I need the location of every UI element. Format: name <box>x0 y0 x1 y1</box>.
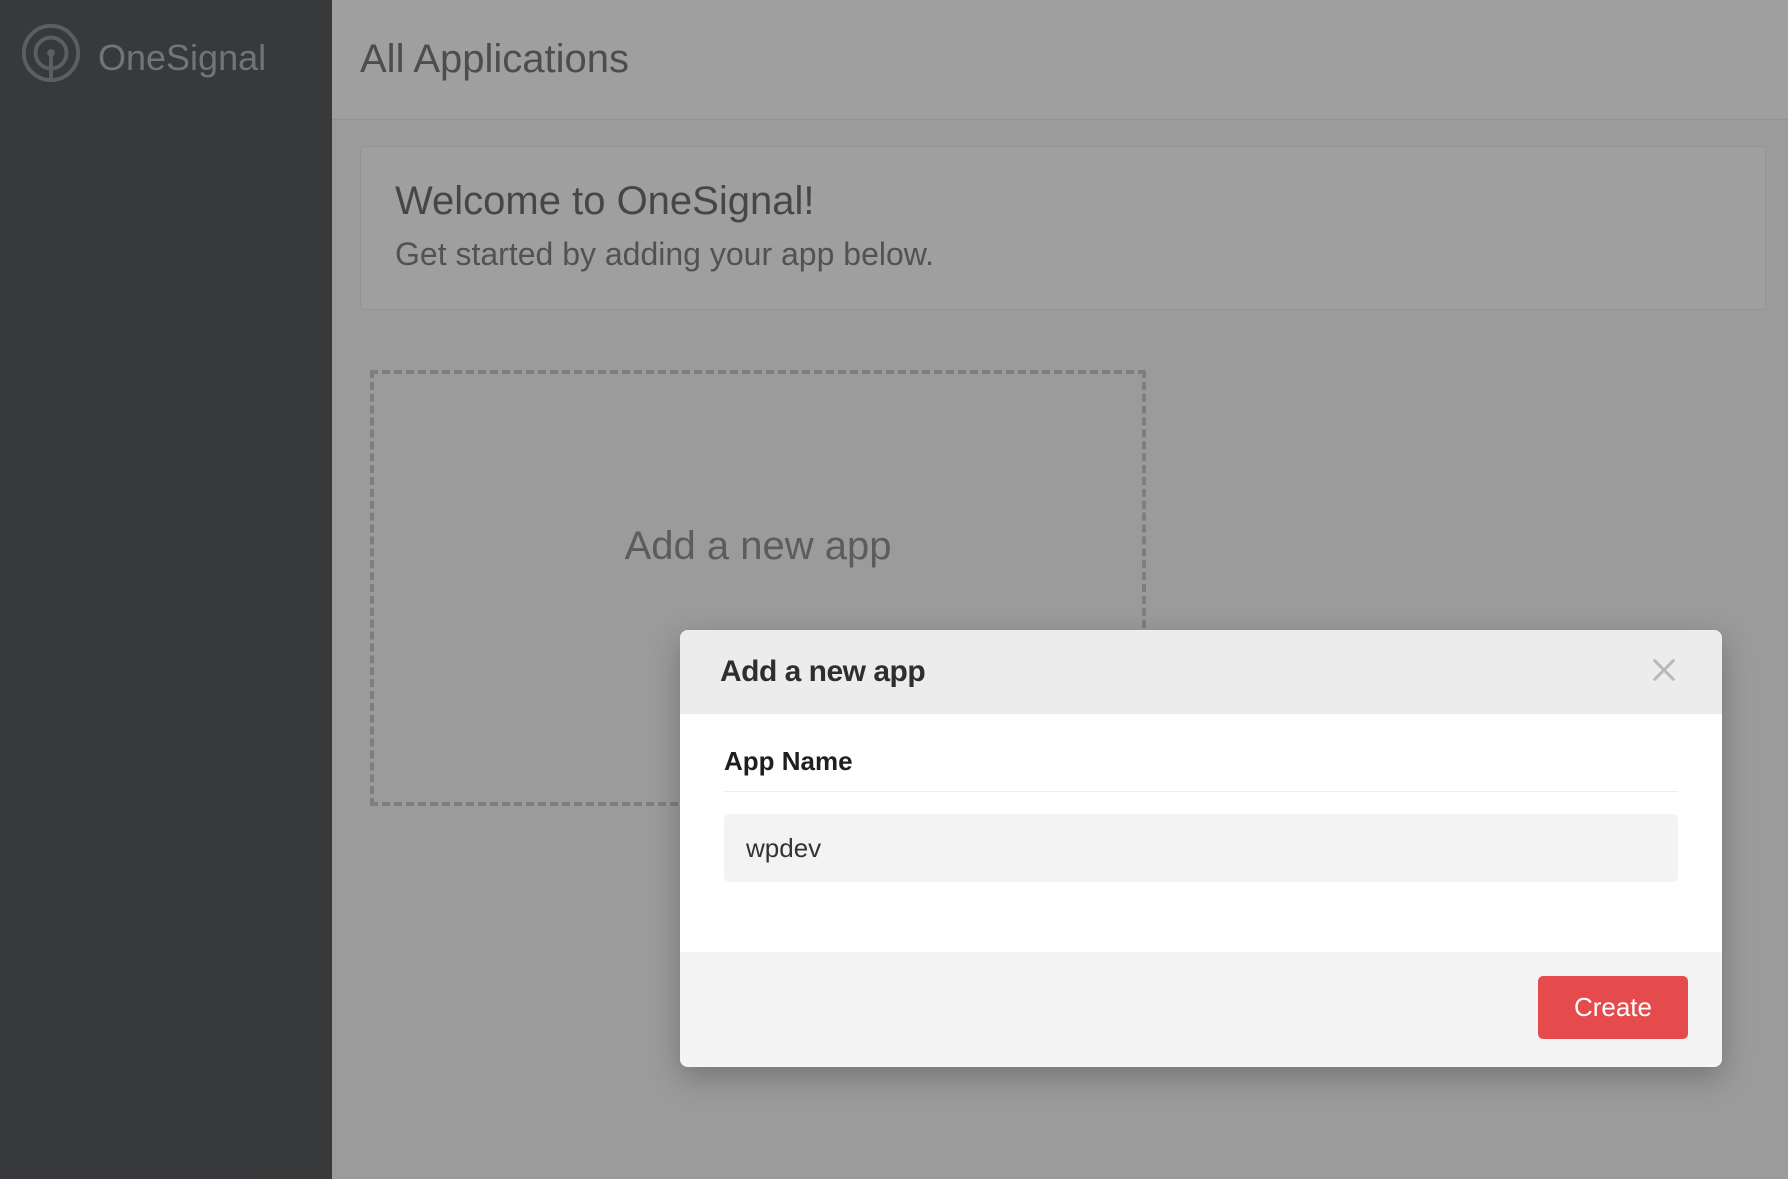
add-app-modal: Add a new app App Name Create <box>680 630 1722 1067</box>
app-name-input[interactable] <box>724 814 1678 882</box>
app-name-label: App Name <box>724 746 1678 792</box>
create-button[interactable]: Create <box>1538 976 1688 1039</box>
close-icon <box>1650 656 1678 689</box>
modal-title: Add a new app <box>720 655 925 689</box>
modal-close-button[interactable] <box>1646 654 1682 690</box>
modal-header: Add a new app <box>680 630 1722 714</box>
modal-footer: Create <box>680 952 1722 1067</box>
modal-body: App Name <box>680 714 1722 952</box>
